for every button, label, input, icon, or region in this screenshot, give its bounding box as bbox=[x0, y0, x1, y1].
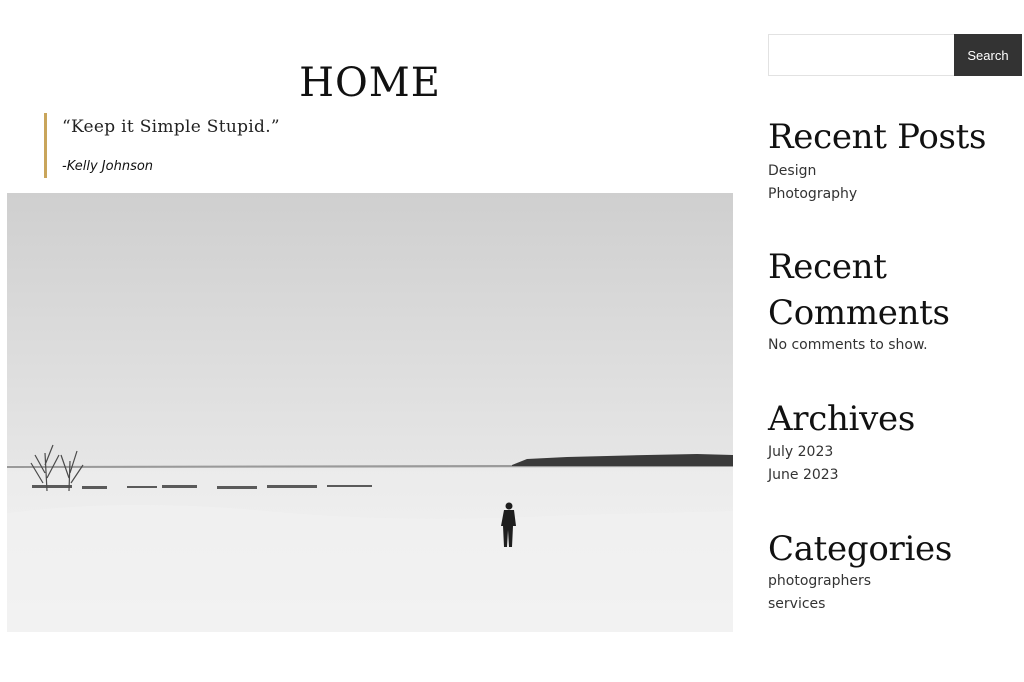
recent-comments-title-line1: Recent bbox=[768, 247, 887, 287]
archives-title: Archives bbox=[768, 399, 915, 439]
search-input[interactable] bbox=[768, 34, 954, 76]
list-item[interactable]: June 2023 bbox=[768, 464, 839, 487]
quote-text: “Keep it Simple Stupid.” bbox=[62, 117, 280, 137]
list-item[interactable]: July 2023 bbox=[768, 441, 839, 464]
list-item[interactable]: photographers bbox=[768, 570, 871, 593]
recent-comments-title: Recent Comments bbox=[768, 244, 1024, 336]
archive-link[interactable]: June 2023 bbox=[768, 467, 839, 483]
list-item[interactable]: Design bbox=[768, 160, 857, 183]
no-comments-text: No comments to show. bbox=[768, 337, 928, 353]
search-button[interactable]: Search bbox=[954, 34, 1022, 76]
list-item[interactable]: Photography bbox=[768, 183, 857, 206]
categories-title: Categories bbox=[768, 529, 953, 569]
recent-comments-title-line2: Comments bbox=[768, 293, 950, 333]
categories-list: photographers services bbox=[768, 570, 871, 616]
archive-link[interactable]: July 2023 bbox=[768, 444, 833, 460]
sky bbox=[7, 193, 733, 467]
category-link[interactable]: photographers bbox=[768, 573, 871, 589]
hero-image bbox=[7, 193, 733, 632]
list-item[interactable]: services bbox=[768, 593, 871, 616]
archives-list: July 2023 June 2023 bbox=[768, 441, 839, 487]
recent-post-link[interactable]: Photography bbox=[768, 186, 857, 202]
quote-author: -Kelly Johnson bbox=[62, 159, 154, 174]
category-link[interactable]: services bbox=[768, 596, 825, 612]
recent-posts-list: Design Photography bbox=[768, 160, 857, 206]
recent-posts-title: Recent Posts bbox=[768, 117, 987, 157]
snow-drift bbox=[7, 504, 733, 632]
sidebar: Search Recent Posts Design Photography R… bbox=[768, 0, 1024, 682]
recent-post-link[interactable]: Design bbox=[768, 163, 816, 179]
blockquote: “Keep it Simple Stupid.” -Kelly Johnson bbox=[44, 113, 724, 178]
page-title: HOME bbox=[299, 59, 441, 106]
main-content: HOME “Keep it Simple Stupid.” -Kelly Joh… bbox=[0, 0, 740, 682]
